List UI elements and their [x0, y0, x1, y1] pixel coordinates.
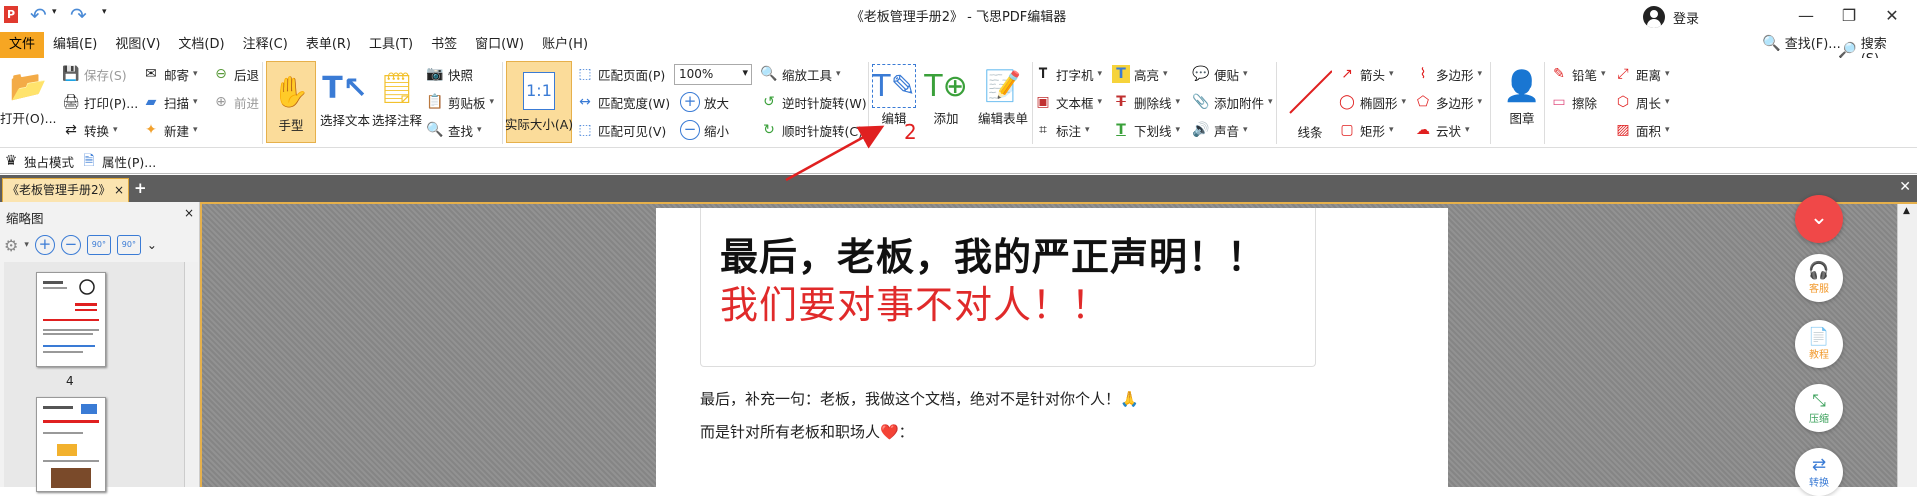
annotation-arrow	[785, 125, 885, 182]
annotation-number: 2	[904, 120, 917, 144]
